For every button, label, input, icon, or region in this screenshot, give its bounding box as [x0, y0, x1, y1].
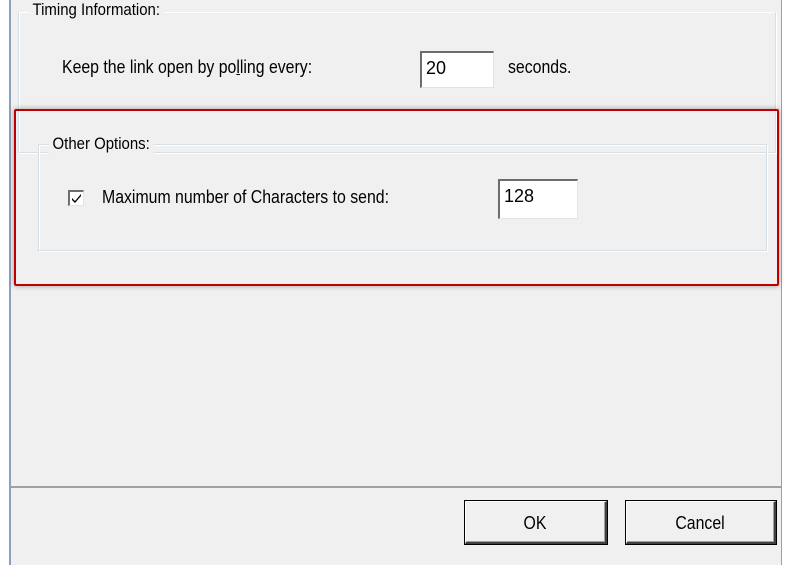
ok-button[interactable]: OK	[465, 501, 607, 544]
poll-interval-input[interactable]: 20	[420, 51, 494, 88]
ok-button-label: OK	[524, 513, 547, 533]
window-left-border	[0, 0, 11, 565]
window-right-border	[781, 0, 788, 565]
cancel-button[interactable]: Cancel	[626, 501, 776, 544]
max-characters-checkbox[interactable]	[68, 190, 84, 206]
checkmark-icon	[72, 194, 81, 203]
timing-information-title: Timing Information:	[29, 0, 164, 20]
poll-interval-label: Keep the link open by polling every:	[62, 57, 313, 77]
cancel-button-label: Cancel	[675, 513, 726, 533]
options-panel: Timing Information: Keep the link open b…	[11, 0, 782, 488]
max-characters-input[interactable]: 128	[498, 179, 578, 219]
other-options-title: Other Options:	[49, 134, 154, 154]
seconds-label: seconds.	[508, 57, 572, 77]
timing-information-group: Timing Information:	[18, 0, 776, 153]
max-characters-label: Maximum number of Characters to send:	[102, 187, 390, 207]
